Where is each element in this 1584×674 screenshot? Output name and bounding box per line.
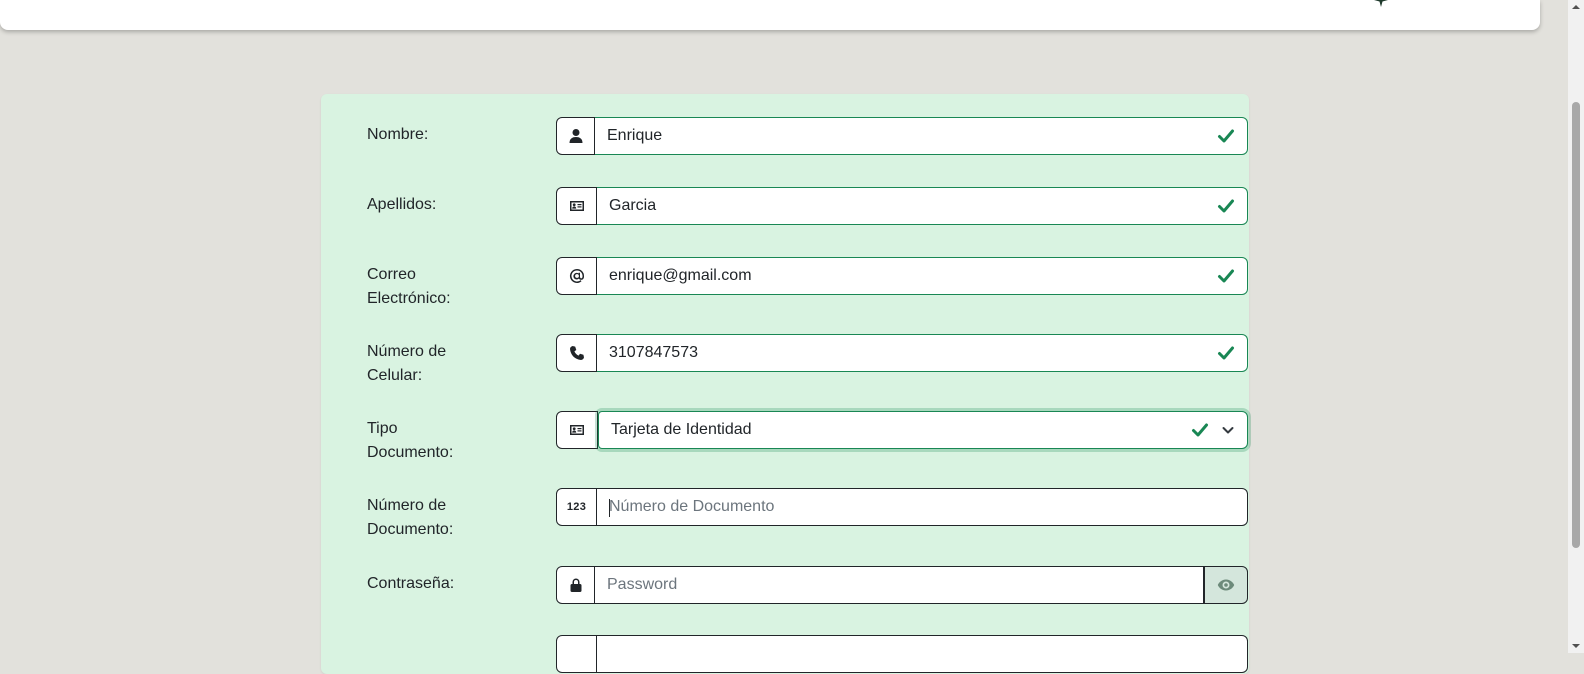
valid-check-icon xyxy=(1218,129,1234,143)
top-navbar xyxy=(0,0,1540,30)
page-scrollbar[interactable] xyxy=(1568,0,1584,653)
tipo-documento-label: Tipo Documento: xyxy=(367,420,454,461)
apellidos-value: Garcia xyxy=(609,197,657,214)
id-badge-icon xyxy=(570,425,584,435)
sparkle-logo-icon xyxy=(1374,0,1388,7)
correo-label: Correo Electrónico: xyxy=(367,266,451,307)
celular-input-group: 3107847573 xyxy=(556,334,1248,372)
valid-check-icon xyxy=(1192,423,1208,437)
next-input[interactable] xyxy=(597,635,1248,673)
contrasena-label: Contraseña: xyxy=(367,575,455,592)
nombre-input-group: Enrique xyxy=(556,117,1248,155)
next-addon xyxy=(556,635,597,673)
apellidos-addon xyxy=(556,187,597,225)
valid-check-icon xyxy=(1218,199,1234,213)
at-icon xyxy=(569,268,584,283)
numbers-123-icon: 123 xyxy=(566,501,587,513)
celular-label: Número de Celular: xyxy=(367,343,447,384)
scrollbar-thumb[interactable] xyxy=(1572,102,1580,548)
apellidos-input[interactable]: Garcia xyxy=(597,187,1248,225)
eye-icon xyxy=(1217,579,1235,591)
registration-form-card: Nombre: Enrique Apellidos: Garcia Correo… xyxy=(321,94,1249,674)
text-cursor xyxy=(609,499,610,517)
nombre-label: Nombre: xyxy=(367,126,429,143)
apellidos-input-group: Garcia xyxy=(556,187,1248,225)
contrasena-input[interactable]: Password xyxy=(595,566,1204,604)
numero-documento-input[interactable]: Número de Documento xyxy=(597,488,1248,526)
correo-input[interactable]: enrique@gmail.com xyxy=(597,257,1248,295)
tipo-documento-addon xyxy=(556,411,598,449)
id-card-icon xyxy=(569,201,584,211)
celular-value: 3107847573 xyxy=(609,344,698,361)
chevron-down-icon[interactable] xyxy=(1221,423,1235,437)
lock-icon xyxy=(570,578,581,592)
tipo-documento-select[interactable]: Tarjeta de Identidad xyxy=(598,411,1248,449)
tipo-documento-value: Tarjeta de Identidad xyxy=(611,421,752,438)
correo-value: enrique@gmail.com xyxy=(609,267,752,284)
user-icon xyxy=(569,129,582,143)
scroll-up-arrow-icon[interactable] xyxy=(1571,2,1581,12)
scroll-down-arrow-icon[interactable] xyxy=(1571,641,1581,651)
contrasena-placeholder: Password xyxy=(607,576,678,593)
numero-documento-label: Número de Documento: xyxy=(367,497,454,538)
nombre-value: Enrique xyxy=(607,127,663,144)
toggle-password-button[interactable] xyxy=(1204,566,1248,604)
valid-check-icon xyxy=(1218,269,1234,283)
nombre-addon xyxy=(556,117,595,155)
contrasena-addon xyxy=(556,566,595,604)
contrasena-input-group: Password xyxy=(556,566,1248,604)
celular-addon xyxy=(556,334,597,372)
tipo-documento-input-group: Tarjeta de Identidad xyxy=(556,411,1248,449)
phone-icon xyxy=(569,346,584,360)
next-input-group xyxy=(556,635,1248,673)
celular-input[interactable]: 3107847573 xyxy=(597,334,1248,372)
correo-input-group: enrique@gmail.com xyxy=(556,257,1248,295)
numero-documento-addon: 123 xyxy=(556,488,597,526)
correo-addon xyxy=(556,257,597,295)
nombre-input[interactable]: Enrique xyxy=(595,117,1248,155)
apellidos-label: Apellidos: xyxy=(367,196,437,213)
numero-documento-placeholder: Número de Documento xyxy=(609,498,775,515)
numero-documento-input-group: 123 Número de Documento xyxy=(556,488,1248,526)
valid-check-icon xyxy=(1218,346,1234,360)
